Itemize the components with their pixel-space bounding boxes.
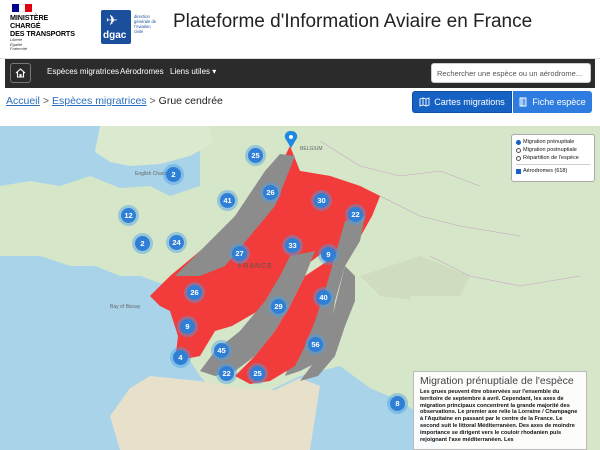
france-label: FRANCE bbox=[238, 263, 273, 270]
cluster-marker[interactable]: 24 bbox=[166, 232, 187, 253]
cluster-marker[interactable]: 2 bbox=[132, 233, 153, 254]
ministry-logo[interactable]: MINISTÈRE CHARGÉ DES TRANSPORTS Liberté … bbox=[10, 4, 96, 56]
layer-divider bbox=[516, 164, 590, 165]
layer-aerodromes-toggle[interactable]: Aérodromes (618) bbox=[516, 167, 590, 175]
devise: Liberté Égalité Fraternité bbox=[10, 37, 28, 51]
home-button[interactable] bbox=[10, 63, 31, 83]
cluster-marker[interactable]: 56 bbox=[305, 334, 326, 355]
cluster-marker[interactable]: 25 bbox=[247, 363, 268, 384]
map-icon bbox=[419, 97, 430, 107]
cluster-marker[interactable]: 29 bbox=[268, 296, 289, 317]
info-title: Migration prénuptiale de l'espèce bbox=[420, 375, 574, 387]
dgac-logo[interactable]: ✈ dgac direction générale de l'Aviation … bbox=[101, 10, 157, 44]
info-text: Les grues peuvent être observées sur l'e… bbox=[420, 389, 578, 443]
plane-icon: ✈ bbox=[106, 12, 118, 28]
cluster-marker[interactable]: 12 bbox=[118, 205, 139, 226]
nav-aerodromes[interactable]: Aérodromes bbox=[120, 67, 164, 76]
breadcrumb: Accueil > Espèces migratrices > Grue cendrée bbox=[6, 95, 223, 107]
dgac-subtitle: direction générale de l'Aviation civile bbox=[134, 14, 157, 34]
cluster-marker[interactable]: 30 bbox=[311, 190, 332, 211]
cluster-marker[interactable]: 40 bbox=[313, 287, 334, 308]
radio-icon[interactable] bbox=[516, 155, 521, 161]
main-nav: Espèces migratrices Aérodromes Liens uti… bbox=[0, 59, 600, 88]
breadcrumb-home-link[interactable]: Accueil bbox=[6, 95, 40, 107]
radio-icon[interactable] bbox=[516, 139, 521, 145]
layer-option-repartition[interactable]: Répartition de l'espèce bbox=[516, 154, 590, 162]
ministry-line-3: DES TRANSPORTS bbox=[10, 28, 75, 38]
book-icon bbox=[519, 97, 527, 107]
cluster-marker[interactable]: 25 bbox=[245, 145, 266, 166]
breadcrumb-current: Grue cendrée bbox=[158, 95, 223, 107]
layer-option-postnuptiale[interactable]: Migration postnuptiale bbox=[516, 146, 590, 154]
home-icon bbox=[15, 68, 26, 78]
fiche-espece-button[interactable]: Fiche espèce bbox=[513, 91, 592, 113]
cluster-marker[interactable]: 2 bbox=[163, 164, 184, 185]
cluster-marker[interactable]: 8 bbox=[387, 393, 408, 414]
belgium-label: BELGIUM bbox=[300, 146, 323, 152]
layer-control: Migration prénuptiale Migration postnupt… bbox=[511, 134, 595, 182]
cluster-marker[interactable]: 9 bbox=[177, 316, 198, 337]
cluster-marker[interactable]: 26 bbox=[184, 282, 205, 303]
cluster-marker[interactable]: 4 bbox=[170, 347, 191, 368]
cluster-marker[interactable]: 27 bbox=[229, 243, 250, 264]
migration-map[interactable]: English Channel BELGIUM FRANCE Bay of Bi… bbox=[0, 126, 600, 450]
cluster-marker[interactable]: 22 bbox=[216, 363, 237, 384]
site-header: MINISTÈRE CHARGÉ DES TRANSPORTS Liberté … bbox=[0, 0, 600, 59]
layer-option-prenuptiale[interactable]: Migration prénuptiale bbox=[516, 138, 590, 146]
cluster-marker[interactable]: 26 bbox=[260, 182, 281, 203]
breadcrumb-species-link[interactable]: Espèces migratrices bbox=[52, 95, 147, 107]
cartes-migrations-button[interactable]: Cartes migrations bbox=[412, 91, 512, 113]
radio-icon[interactable] bbox=[516, 147, 521, 153]
checkbox-icon[interactable] bbox=[516, 168, 521, 174]
search-input[interactable] bbox=[431, 63, 591, 83]
cluster-marker[interactable]: 41 bbox=[217, 190, 238, 211]
bay-biscay-label: Bay of Biscay bbox=[110, 304, 141, 310]
cluster-marker[interactable]: 33 bbox=[282, 235, 303, 256]
nav-especes-migratrices[interactable]: Espèces migratrices bbox=[47, 67, 119, 76]
nav-liens-utiles-dropdown[interactable]: Liens utiles ▾ bbox=[170, 67, 216, 76]
cluster-marker[interactable]: 22 bbox=[345, 204, 366, 225]
french-flag-icon bbox=[12, 4, 33, 12]
info-panel: Migration prénuptiale de l'espèce Les gr… bbox=[413, 371, 587, 450]
cluster-marker[interactable]: 45 bbox=[211, 340, 232, 361]
cluster-marker[interactable]: 9 bbox=[318, 244, 339, 265]
site-title: Plateforme d'Information Aviaire en Fran… bbox=[173, 11, 533, 32]
